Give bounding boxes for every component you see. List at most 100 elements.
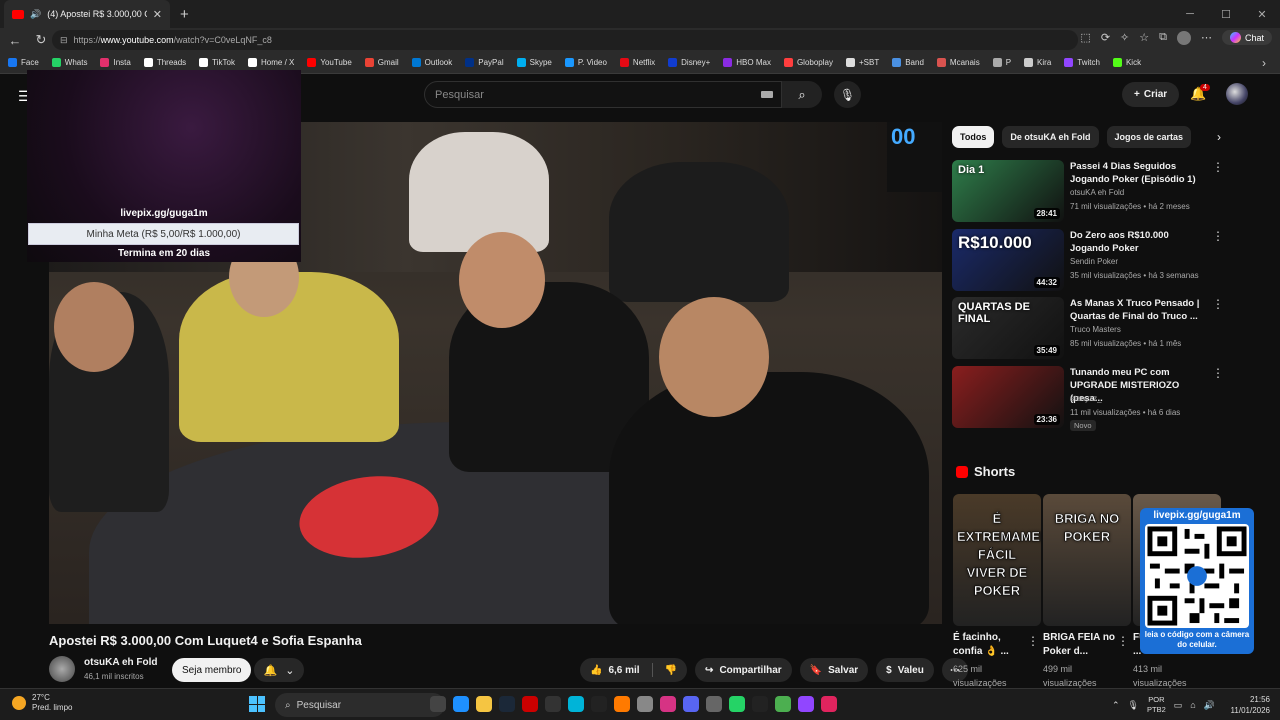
minimize-icon[interactable]: ─: [1172, 0, 1208, 28]
app-icon[interactable]: [752, 696, 768, 712]
weather-widget[interactable]: 27°C Pred. limpo: [12, 693, 72, 713]
bookmark-item[interactable]: YouTube: [307, 58, 352, 67]
site-info-icon[interactable]: ⊟: [60, 35, 68, 46]
bookmark-item[interactable]: Gmail: [364, 58, 399, 67]
chevron-right-icon[interactable]: ›: [1217, 130, 1221, 144]
channel-avatar[interactable]: [49, 656, 75, 682]
short-thumbnail[interactable]: BRIGA NO POKER: [1043, 494, 1131, 626]
windows-start-icon[interactable]: [249, 696, 265, 712]
bookmark-item[interactable]: P. Video: [564, 58, 607, 67]
file-explorer-icon[interactable]: [476, 696, 492, 712]
filter-chip[interactable]: Todos: [952, 126, 995, 148]
save-button[interactable]: 🔖 Salvar: [799, 658, 869, 682]
tab-close-icon[interactable]: ✕: [153, 8, 162, 21]
app-icon[interactable]: [821, 696, 837, 712]
search-input[interactable]: Pesquisar: [424, 81, 782, 108]
channel-name[interactable]: otsuKA eh Fold: [84, 657, 158, 668]
bookmark-item[interactable]: Mcanais: [936, 58, 980, 67]
join-button[interactable]: Seja membro: [172, 658, 252, 682]
recommendation-item[interactable]: 23:36 Tunando meu PC com UPGRADE MISTERI…: [952, 366, 1224, 431]
close-window-icon[interactable]: ✕: [1244, 0, 1280, 28]
network-icon[interactable]: ⌂: [1190, 700, 1195, 710]
app-icon[interactable]: [706, 696, 722, 712]
app-icon[interactable]: [568, 696, 584, 712]
app-icon[interactable]: [522, 696, 538, 712]
kebab-menu-icon[interactable]: ⋮: [1212, 297, 1224, 311]
discord-icon[interactable]: [683, 696, 699, 712]
task-view-icon[interactable]: [430, 696, 446, 712]
input-language[interactable]: POR PTB2: [1147, 695, 1166, 715]
like-button[interactable]: 👍 6,6 mil: [590, 665, 640, 676]
bookmark-item[interactable]: PayPal: [465, 58, 504, 67]
bookmark-item[interactable]: TikTok: [199, 58, 235, 67]
url-field[interactable]: ⊟ https://www.youtube.com/watch?v=C0veLq…: [52, 30, 1078, 50]
filter-chip[interactable]: De otsuKA eh Fold: [1002, 126, 1099, 148]
amazon-icon[interactable]: [545, 696, 561, 712]
bookmark-item[interactable]: Insta: [100, 58, 131, 67]
bookmark-item[interactable]: Kick: [1112, 58, 1141, 67]
app-icon[interactable]: [775, 696, 791, 712]
create-button[interactable]: + Criar: [1122, 82, 1180, 107]
refresh-ext-icon[interactable]: ⟳: [1101, 31, 1110, 44]
kebab-menu-icon[interactable]: ⋮: [1212, 160, 1224, 174]
extension-icon[interactable]: ⬚: [1080, 31, 1090, 44]
bookmark-item[interactable]: Netflix: [619, 58, 655, 67]
recommendation-title[interactable]: Do Zero aos R$10.000 Jogando Poker: [1070, 229, 1205, 255]
more-icon[interactable]: ⋯: [1201, 31, 1212, 44]
subscription-bell-button[interactable]: 🔔 ⌄: [254, 658, 304, 682]
steam-icon[interactable]: [499, 696, 515, 712]
tray-chevron-icon[interactable]: ⌃: [1112, 700, 1120, 711]
twitch-icon[interactable]: [798, 696, 814, 712]
bookmark-item[interactable]: Threads: [143, 58, 186, 67]
speaker-icon[interactable]: 🔊: [30, 9, 41, 20]
recommendation-title[interactable]: Passei 4 Dias Seguidos Jogando Poker (Ep…: [1070, 160, 1205, 186]
app-icon[interactable]: [660, 696, 676, 712]
recommendation-channel[interactable]: Sendin Poker: [1070, 257, 1118, 266]
bookmark-item[interactable]: Skype: [516, 58, 552, 67]
favorites-icon[interactable]: ☆: [1139, 31, 1149, 44]
video-thumbnail[interactable]: R$10.000 44:32: [952, 229, 1064, 291]
taskbar-search[interactable]: ⌕ Pesquisar: [275, 693, 445, 717]
recommendation-item[interactable]: Dia 1 28:41 Passei 4 Dias Seguidos Jogan…: [952, 160, 1224, 224]
account-avatar[interactable]: [1226, 83, 1248, 105]
recommendation-channel[interactable]: otsuKA eh Fold: [1070, 188, 1124, 197]
bookmark-item[interactable]: Whats: [51, 58, 87, 67]
bookmark-item[interactable]: Face: [8, 58, 39, 67]
bookmark-item[interactable]: Home / X: [248, 58, 294, 67]
kebab-menu-icon[interactable]: ⋮: [1027, 634, 1039, 648]
bookmark-item[interactable]: HBO Max: [723, 58, 771, 67]
browser-tab-active[interactable]: 🔊 (4) Apostei R$ 3.000,00 Com L ✕: [4, 0, 170, 28]
profile-icon[interactable]: [1176, 30, 1191, 45]
search-button[interactable]: ⌕: [782, 81, 822, 108]
recommendation-title[interactable]: As Manas X Truco Pensado | Quartas de Fi…: [1070, 297, 1205, 323]
puzzle-icon[interactable]: ✧: [1120, 31, 1129, 44]
bookmark-item[interactable]: Kira: [1024, 58, 1051, 67]
keyboard-icon[interactable]: [761, 91, 773, 98]
thanks-button[interactable]: $ Valeu: [876, 658, 934, 682]
bookmark-item[interactable]: Globoplay: [783, 58, 833, 67]
share-button[interactable]: ↪ Compartilhar: [695, 658, 792, 682]
bookmark-item[interactable]: +SBT: [845, 58, 879, 67]
short-title[interactable]: É facinho, confia 👌 ...: [953, 631, 1027, 659]
app-icon[interactable]: [614, 696, 630, 712]
whatsapp-icon[interactable]: [729, 696, 745, 712]
back-icon[interactable]: ←: [4, 33, 26, 48]
kebab-menu-icon[interactable]: ⋮: [1212, 366, 1224, 380]
edge-icon[interactable]: [453, 696, 469, 712]
recommendation-item[interactable]: QUARTAS DE FINAL 35:49 As Manas X Truco …: [952, 297, 1224, 361]
bookmark-item[interactable]: Disney+: [668, 58, 710, 67]
thumbs-down-icon[interactable]: 👎: [665, 665, 677, 676]
bookmarks-overflow-icon[interactable]: ›: [1262, 56, 1266, 70]
recommendation-channel[interactable]: stonyzz_: [1070, 394, 1102, 403]
system-clock[interactable]: 21:56 11/01/2026: [1231, 694, 1270, 716]
kebab-menu-icon[interactable]: ⋮: [1212, 229, 1224, 243]
app-icon[interactable]: [637, 696, 653, 712]
reload-icon[interactable]: ↻: [30, 32, 52, 48]
recommendation-channel[interactable]: Truco Masters: [1070, 325, 1121, 334]
bookmark-item[interactable]: Twitch: [1064, 58, 1100, 67]
bookmark-item[interactable]: Band: [892, 58, 924, 67]
filter-chip[interactable]: Jogos de cartas: [1106, 126, 1192, 148]
bookmark-item[interactable]: Outlook: [411, 58, 452, 67]
monitor-icon[interactable]: ▭: [1174, 700, 1183, 711]
chat-button[interactable]: Chat: [1221, 30, 1272, 45]
